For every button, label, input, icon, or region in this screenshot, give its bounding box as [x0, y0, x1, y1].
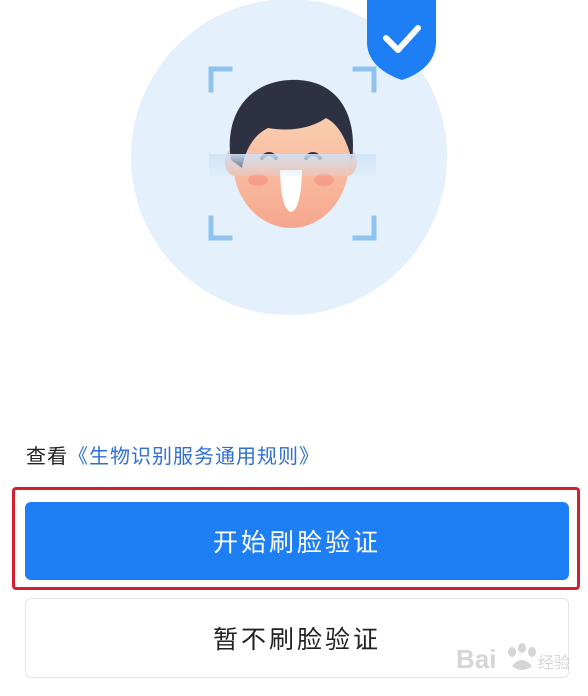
scan-line	[209, 154, 376, 176]
terms-line: 查看《生物识别服务通用规则》	[26, 440, 320, 469]
face-scan-illustration	[131, 0, 447, 315]
svg-text:经验: 经验	[538, 653, 570, 672]
baidu-jingyan-watermark: Bai 经验	[456, 643, 570, 674]
face-verification-page: 查看《生物识别服务通用规则》 开始刷脸验证 暂不刷脸验证 Bai 经验	[0, 0, 588, 696]
svg-text:Bai: Bai	[456, 644, 496, 674]
start-face-verification-button[interactable]: 开始刷脸验证	[25, 502, 569, 580]
terms-prefix: 查看	[26, 444, 68, 468]
biometric-rules-link[interactable]: 《生物识别服务通用规则》	[68, 444, 320, 468]
